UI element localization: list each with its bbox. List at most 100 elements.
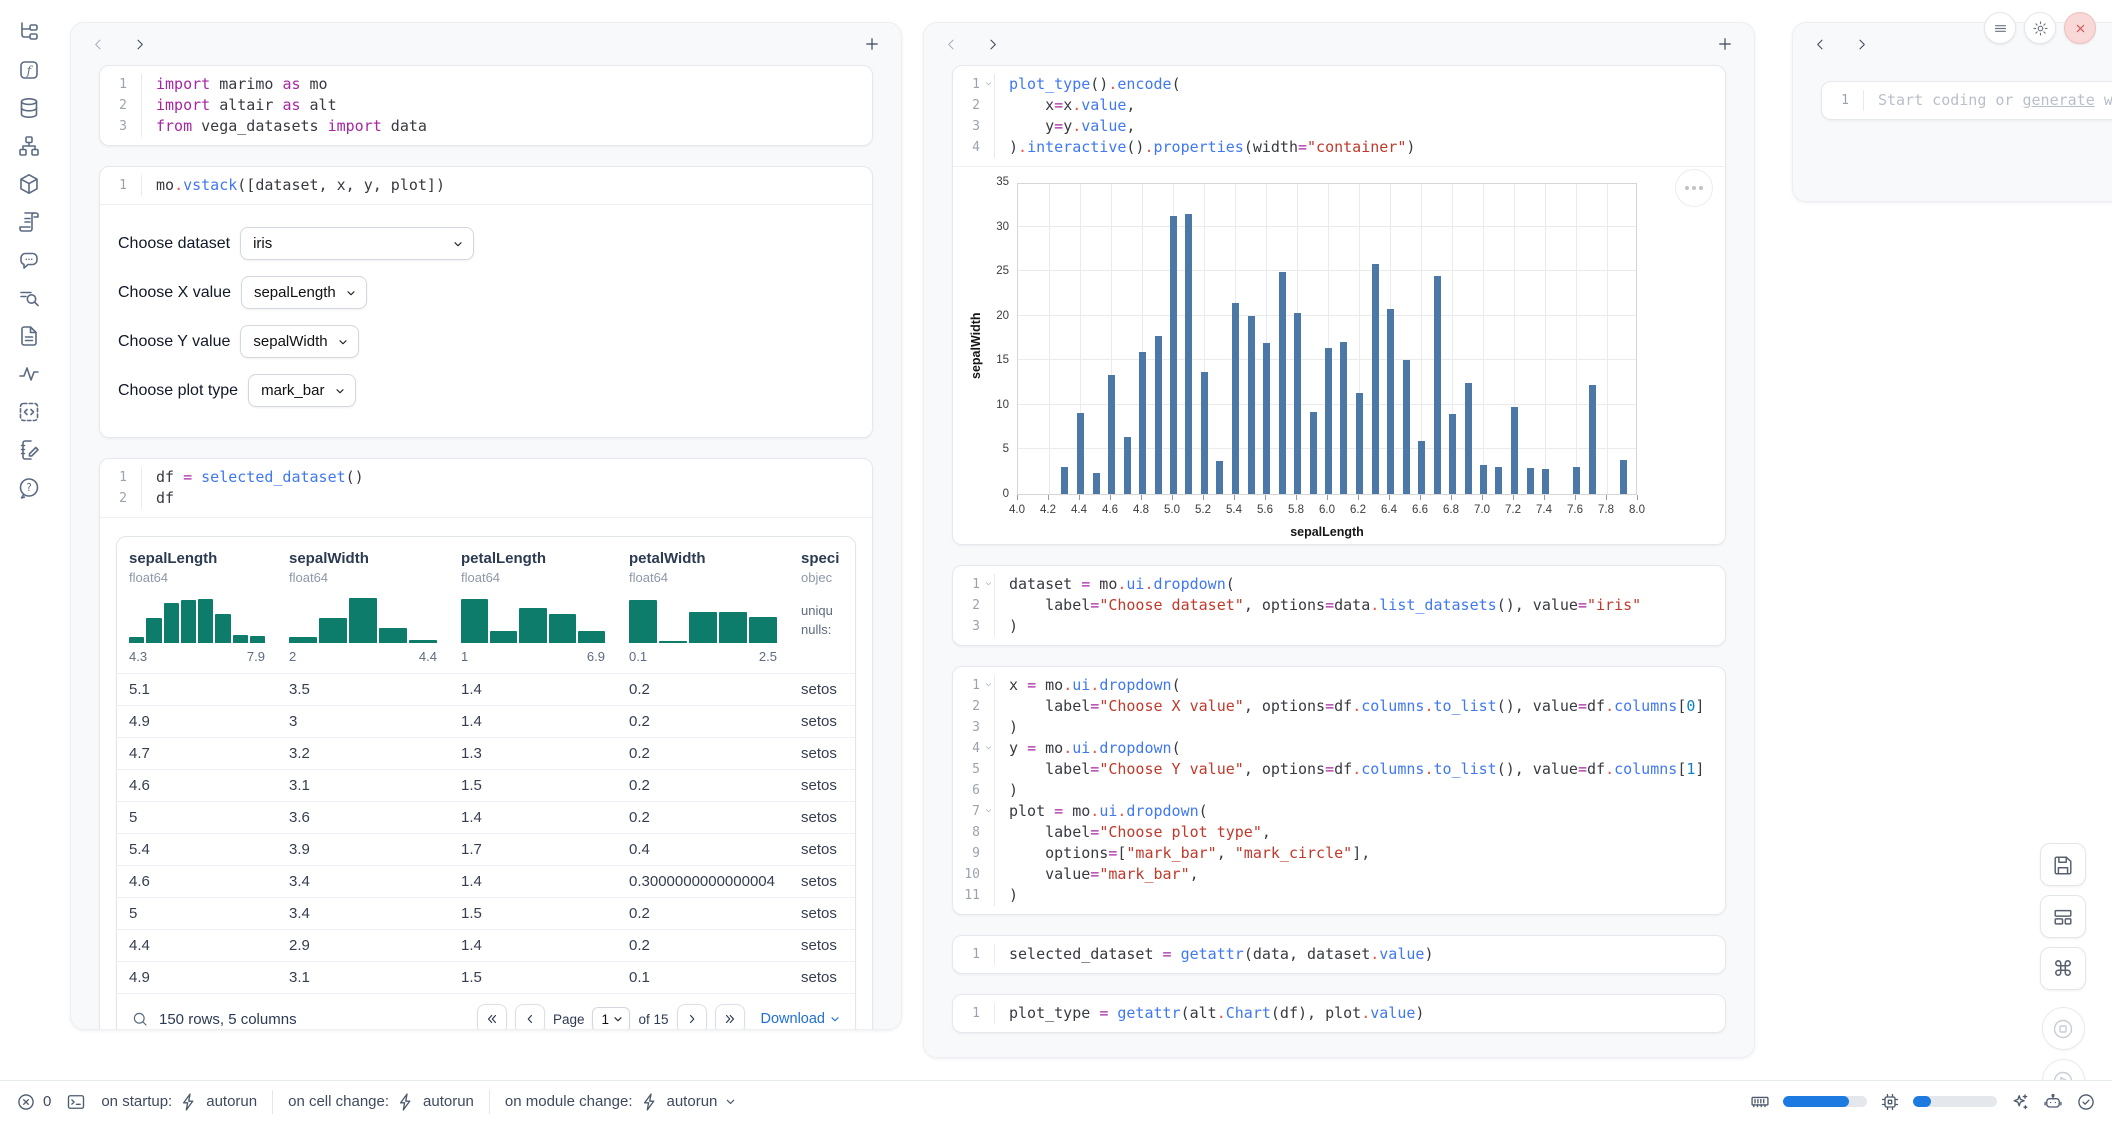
save-button[interactable] [2040,843,2086,886]
stop-button[interactable] [2042,1007,2085,1050]
error-count[interactable]: 0 [16,1092,51,1112]
settings-button[interactable] [2024,12,2056,44]
chart-bar[interactable] [1511,407,1518,494]
code-editor[interactable]: 1df = selected_dataset()2df [100,459,872,517]
column-move-left-icon[interactable] [1813,37,1828,52]
scratchpad-icon[interactable] [17,438,41,462]
chart-bar[interactable] [1403,360,1410,494]
terminal-button[interactable] [66,1092,86,1112]
chart-bar[interactable] [1279,272,1286,494]
add-column-icon[interactable] [863,35,881,53]
chart-bar[interactable] [1573,467,1580,494]
ai-chat-icon[interactable] [17,248,41,272]
chart-bar[interactable] [1620,460,1627,494]
chart-bar[interactable] [1093,473,1100,494]
dropdown-3[interactable]: sepalWidth [241,326,358,357]
chart-bar[interactable] [1263,343,1270,494]
fold-chevron-icon[interactable] [984,743,993,752]
documentation-icon[interactable] [17,324,41,348]
chart-bar[interactable] [1434,276,1441,494]
code-editor[interactable]: 1plot_type().encode(2 x=x.value,3 y=y.va… [953,66,1725,166]
packages-icon[interactable] [17,172,41,196]
last-page-button[interactable] [715,1004,745,1030]
chart-bar[interactable] [1170,216,1177,494]
chart-bar[interactable] [1108,375,1115,494]
chart-bar[interactable] [1201,372,1208,494]
chart-bar[interactable] [1325,348,1332,494]
code-cell-vstack[interactable]: 1mo.vstack([dataset, x, y, plot])Choose … [99,166,873,438]
table-row[interactable]: 53.41.50.2setos [117,897,855,929]
notebook-menu-button[interactable] [1984,12,2016,44]
column-move-right-icon[interactable] [132,37,147,52]
dropdown-select-1[interactable]: iris [240,227,474,260]
dependency-graph-icon[interactable] [17,134,41,158]
table-row[interactable]: 4.931.40.2setos [117,705,855,737]
code-placeholder[interactable]: Start coding or generate with [1864,90,2112,111]
dropdown-select-2[interactable]: sepalLength [241,276,367,309]
layout-button[interactable] [2040,895,2086,938]
column-move-left-icon[interactable] [944,37,959,52]
add-column-icon[interactable] [1716,35,1734,53]
table-row[interactable]: 5.43.91.70.4setos [117,833,855,865]
table-row[interactable]: 53.61.40.2setos [117,801,855,833]
memory-usage-meter[interactable] [1783,1096,1867,1107]
table-column-header[interactable]: petalWidthfloat640.12.5 [617,550,789,664]
code-cell-plot-type[interactable]: 1plot_type = getattr(alt.Chart(df), plot… [952,994,1726,1033]
chart-bar[interactable] [1527,468,1534,494]
table-row[interactable]: 4.63.41.40.3000000000000004setos [117,865,855,897]
command-button[interactable]: ⌘ [2040,947,2086,990]
table-column-header[interactable]: sepalWidthfloat6424.4 [277,550,449,664]
runtime-config-1[interactable]: on startup:autorun [101,1092,257,1112]
table-column-header[interactable]: sepalLengthfloat644.37.9 [117,550,277,664]
code-editor[interactable]: 1selected_dataset = getattr(data, datase… [953,936,1725,973]
chart-bar[interactable] [1139,352,1146,494]
sparkles-icon[interactable] [2010,1092,2030,1112]
fold-chevron-icon[interactable] [984,579,993,588]
code-cell-xy-plot-dropdowns[interactable]: 1x = mo.ui.dropdown(2 label="Choose X va… [952,666,1726,915]
table-row[interactable]: 5.13.51.40.2setos [117,673,855,705]
chart-bar[interactable] [1248,316,1255,494]
chart-bar[interactable] [1216,461,1223,494]
chart-bar[interactable] [1185,214,1192,494]
code-cell-dataframe[interactable]: 1df = selected_dataset()2df sepalLengthfl… [99,458,873,1030]
file-tree-icon[interactable] [17,20,41,44]
chart-bar[interactable] [1418,441,1425,494]
chart-bar[interactable] [1449,414,1456,494]
chart-bar[interactable] [1589,385,1596,494]
column-move-right-icon[interactable] [1854,37,1869,52]
chart-bar[interactable] [1061,467,1068,494]
dropdown-select-4[interactable]: mark_bar [248,374,356,407]
table-column-header[interactable]: speciobjecuniqunulls: [789,550,856,664]
runtime-config-2[interactable]: on cell change:autorun [288,1092,474,1112]
chart-options-button[interactable] [1675,169,1713,207]
database-icon[interactable] [17,96,41,120]
chart-bar[interactable] [1480,465,1487,494]
code-cell-dataset-dropdown[interactable]: 1dataset = mo.ui.dropdown(2 label="Choos… [952,565,1726,646]
code-cell-plot-encode[interactable]: 1plot_type().encode(2 x=x.value,3 y=y.va… [952,65,1726,545]
chart-bar[interactable] [1310,412,1317,494]
table-column-header[interactable]: petalLengthfloat6416.9 [449,550,617,664]
shutdown-button[interactable] [2064,12,2096,44]
chart-bar[interactable] [1356,393,1363,494]
table-row[interactable]: 4.73.21.30.2setos [117,737,855,769]
chart-bar[interactable] [1495,467,1502,494]
bot-icon[interactable] [2043,1092,2063,1112]
chart-bar[interactable] [1387,309,1394,494]
snippets-icon[interactable] [17,400,41,424]
table-row[interactable]: 4.63.11.50.2setos [117,769,855,801]
chart-bar[interactable] [1294,313,1301,494]
check-circle-icon[interactable] [2076,1092,2096,1112]
runtime-config-3[interactable]: on module change:autorun [505,1092,737,1112]
column-move-left-icon[interactable] [91,37,106,52]
chart-bar[interactable] [1124,437,1131,494]
dropdown-select-3[interactable]: sepalWidth [240,325,359,358]
dropdown-2[interactable]: sepalLength [242,277,366,308]
table-row[interactable]: 4.93.11.50.1setos [117,961,855,993]
download-link[interactable]: Download [761,1011,842,1027]
tracing-icon[interactable] [17,362,41,386]
code-cell-selected-dataset[interactable]: 1selected_dataset = getattr(data, datase… [952,935,1726,974]
chart-bar[interactable] [1542,469,1549,494]
outline-search-icon[interactable] [17,286,41,310]
code-cell-imports[interactable]: 1import marimo as mo2import altair as al… [99,65,873,146]
code-editor[interactable]: 1x = mo.ui.dropdown(2 label="Choose X va… [953,667,1725,914]
